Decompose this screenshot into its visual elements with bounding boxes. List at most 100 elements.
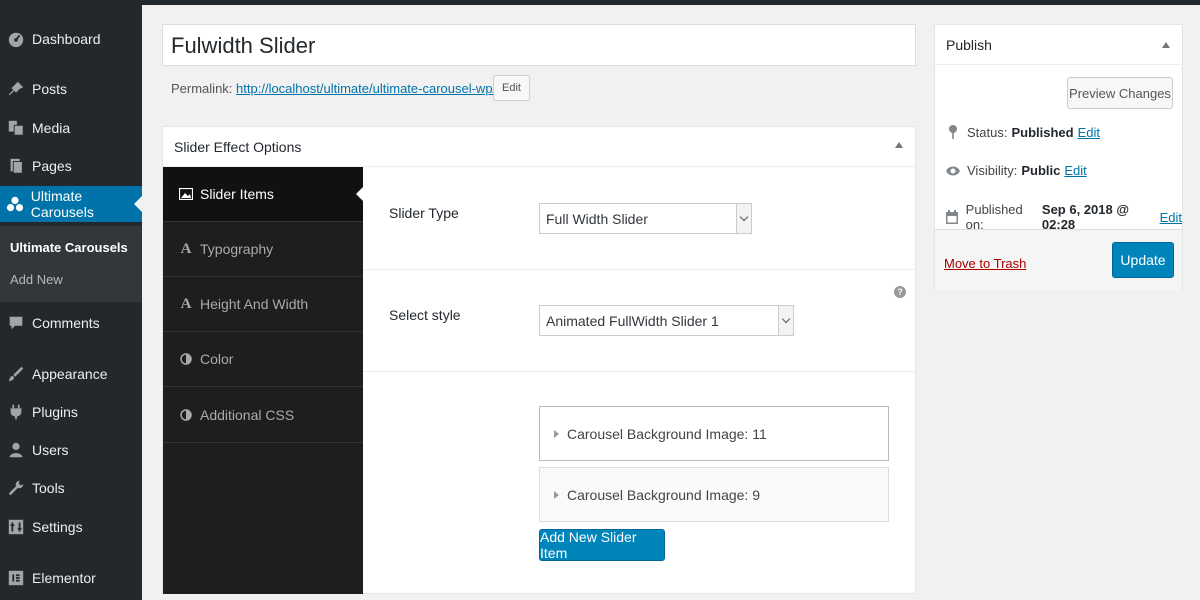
sidebar-item-users[interactable]: Users: [0, 432, 142, 468]
collapse-arrow-icon[interactable]: [1162, 42, 1170, 48]
publish-header[interactable]: Publish: [935, 25, 1182, 65]
calendar-icon: [945, 209, 960, 225]
slider-item-accordion[interactable]: Carousel Background Image: 9: [539, 467, 889, 522]
typography-icon: A: [180, 240, 192, 257]
comment-icon: [6, 314, 26, 332]
tab-color[interactable]: Color: [163, 332, 363, 387]
status-edit-link[interactable]: Edit: [1078, 125, 1100, 140]
sidebar-item-label: Comments: [32, 315, 100, 331]
publish-box: Publish Preview Changes Status: Publishe…: [934, 24, 1183, 290]
sidebar-item-settings[interactable]: Settings: [0, 509, 142, 545]
contrast-icon: [179, 353, 193, 365]
slider-items-panel: Slider Type Full Width Slider Select sty…: [363, 167, 915, 594]
publish-title: Publish: [946, 36, 992, 53]
post-published-date: Published on: Sep 6, 2018 @ 02:28 Edit: [945, 202, 1182, 232]
permalink: Permalink: http://localhost/ultimate/ult…: [171, 81, 514, 96]
permalink-label: Permalink:: [171, 81, 233, 96]
sidebar-item-elementor[interactable]: Elementor: [0, 560, 142, 596]
tab-label: Color: [200, 351, 234, 367]
published-value: Sep 6, 2018 @ 02:28: [1041, 202, 1130, 232]
slider-item-accordion[interactable]: Carousel Background Image: 11: [539, 406, 889, 461]
carousel-icon: [6, 195, 25, 213]
slider-type-label: Slider Type: [389, 205, 459, 221]
sidebar-item-media[interactable]: Media: [0, 110, 142, 146]
select-style-label: Select style: [389, 307, 461, 323]
dashboard-icon: [6, 30, 26, 48]
sidebar-item-label: Elementor: [32, 570, 96, 586]
typography-icon: A: [180, 295, 192, 312]
options-tabs: Slider Items A Typography A Height And W…: [163, 167, 363, 594]
tab-label: Slider Items: [200, 186, 274, 202]
sidebar-item-dashboard[interactable]: Dashboard: [0, 21, 142, 57]
sidebar-item-comments[interactable]: Comments: [0, 305, 142, 341]
submenu-item-add-new[interactable]: Add New: [10, 272, 63, 287]
sidebar-item-label: Media: [32, 120, 71, 136]
slider-type-select[interactable]: Full Width Slider: [539, 203, 752, 234]
visibility-value: Public: [1021, 163, 1061, 178]
pin-icon: [6, 80, 26, 98]
sidebar-item-label: Ultimate Carousels: [30, 188, 94, 220]
sidebar-item-label: Plugins: [32, 404, 78, 420]
sidebar-item-label: Pages: [32, 158, 72, 174]
tab-height-and-width[interactable]: A Height And Width: [163, 277, 363, 332]
admin-bar: [0, 0, 1200, 5]
permalink-edit-button[interactable]: Edit: [493, 75, 530, 101]
preview-changes-button[interactable]: Preview Changes: [1067, 77, 1173, 109]
visibility-edit-link[interactable]: Edit: [1064, 163, 1086, 178]
published-edit-link[interactable]: Edit: [1160, 210, 1182, 225]
slider-effect-options-box: Slider Effect Options Slider Items A Typ…: [162, 126, 916, 594]
caret-right-icon: [554, 490, 559, 499]
sidebar-item-label: Tools: [32, 480, 65, 496]
chevron-down-icon: [736, 204, 751, 233]
collapse-arrow-icon[interactable]: [895, 142, 903, 148]
post-visibility: Visibility: Public Edit: [945, 163, 1087, 178]
submenu-item-all[interactable]: Ultimate Carousels: [10, 240, 128, 255]
slider-item-title: Carousel Background Image: 9: [567, 486, 760, 503]
tab-additional-css[interactable]: Additional CSS: [163, 388, 363, 443]
slider-type-value: Full Width Slider: [546, 210, 648, 227]
post-title-input[interactable]: Fulwidth Slider: [162, 24, 916, 66]
pages-icon: [6, 157, 26, 175]
wrench-icon: [6, 479, 26, 497]
status-value: Published: [1011, 124, 1074, 140]
post-status: Status: Published Edit: [945, 124, 1100, 140]
tab-typography[interactable]: A Typography: [163, 222, 363, 277]
tab-label: Additional CSS: [200, 407, 295, 423]
tab-label: Height And Width: [200, 296, 309, 312]
sidebar-item-plugins[interactable]: Plugins: [0, 394, 142, 430]
sidebar-item-appearance[interactable]: Appearance: [0, 356, 142, 392]
help-icon[interactable]: ?: [894, 286, 906, 298]
sidebar-submenu: Ultimate Carousels Add New: [0, 226, 142, 302]
status-label: Status:: [967, 124, 1008, 140]
plugin-icon: [6, 403, 26, 421]
select-style-row: Select style Animated FullWidth Slider 1…: [363, 270, 915, 372]
metabox-header[interactable]: Slider Effect Options: [163, 127, 915, 167]
elementor-icon: [6, 569, 26, 587]
settings-icon: [6, 518, 26, 536]
slider-item-title: Carousel Background Image: 11: [567, 425, 767, 442]
add-new-slider-item-button[interactable]: Add New Slider Item: [539, 529, 665, 561]
sidebar-item-pages[interactable]: Pages: [0, 148, 142, 184]
sidebar-item-label: Dashboard: [32, 31, 101, 47]
chevron-down-icon: [778, 306, 793, 335]
permalink-url[interactable]: http://localhost/ultimate/ultimate-carou…: [236, 81, 514, 96]
update-button[interactable]: Update: [1112, 242, 1174, 278]
tab-slider-items[interactable]: Slider Items: [163, 167, 363, 222]
sidebar-item-label: Appearance: [32, 366, 108, 382]
select-style-value: Animated FullWidth Slider 1: [546, 312, 719, 329]
tab-label: Typography: [200, 241, 274, 257]
sidebar-item-label: Users: [32, 442, 69, 458]
brush-icon: [6, 365, 26, 383]
sidebar-item-ultimate-carousels[interactable]: Ultimate Carousels: [0, 186, 142, 222]
select-style-select[interactable]: Animated FullWidth Slider 1: [539, 305, 794, 336]
publish-actions: Move to Trash Update: [935, 229, 1182, 290]
eye-icon: [945, 165, 961, 177]
sidebar-item-posts[interactable]: Posts: [0, 71, 142, 107]
pin-icon: [945, 124, 961, 140]
contrast-icon: [179, 409, 193, 421]
media-icon: [6, 119, 26, 137]
sidebar-item-tools[interactable]: Tools: [0, 470, 142, 506]
move-to-trash-link[interactable]: Move to Trash: [944, 256, 1026, 271]
sidebar-item-label: Posts: [32, 81, 68, 97]
caret-right-icon: [554, 429, 559, 438]
